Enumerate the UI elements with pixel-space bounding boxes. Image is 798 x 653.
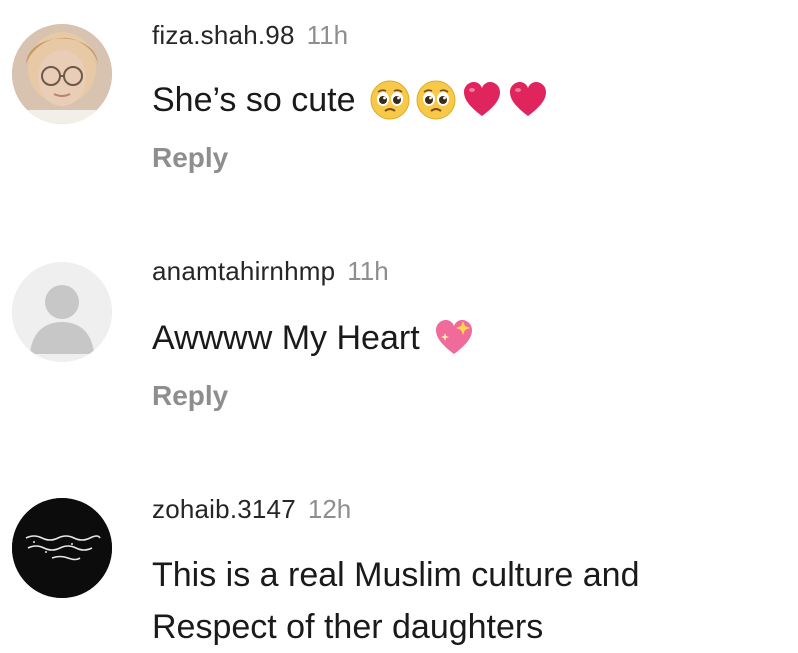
timestamp: 11h bbox=[347, 256, 389, 286]
red-heart-icon bbox=[461, 79, 503, 121]
comment-text: She’s so cute bbox=[152, 74, 772, 124]
avatar[interactable] bbox=[12, 262, 112, 362]
default-user-icon bbox=[12, 262, 112, 362]
username[interactable]: zohaib.3147 bbox=[152, 494, 296, 524]
comment-text: Awwww My Heart bbox=[152, 312, 772, 362]
avatar[interactable] bbox=[12, 24, 112, 124]
comment-meta: zohaib.3147 12h bbox=[152, 496, 351, 522]
avatar[interactable] bbox=[12, 498, 112, 598]
reply-button[interactable]: Reply bbox=[152, 142, 228, 174]
red-heart-icon bbox=[507, 79, 549, 121]
comment-text: This is a real Muslim culture and Respec… bbox=[152, 548, 772, 652]
comment-message: This is a real Muslim culture and Respec… bbox=[152, 556, 640, 647]
comment-message: Awwww My Heart bbox=[152, 319, 420, 358]
username[interactable]: fiza.shah.98 bbox=[152, 20, 295, 50]
pleading-face-icon bbox=[415, 79, 457, 121]
pleading-face-icon bbox=[369, 79, 411, 121]
username[interactable]: anamtahirnhmp bbox=[152, 256, 335, 286]
sparkling-heart-icon bbox=[433, 317, 475, 359]
comment-meta: fiza.shah.98 11h bbox=[152, 22, 348, 48]
profile-photo-icon bbox=[12, 498, 112, 598]
timestamp: 12h bbox=[307, 494, 352, 524]
timestamp: 11h bbox=[306, 20, 349, 50]
comment-meta: anamtahirnhmp 11h bbox=[152, 258, 389, 284]
profile-photo-icon bbox=[12, 24, 112, 124]
comment-message: She’s so cute bbox=[152, 81, 356, 120]
reply-button[interactable]: Reply bbox=[152, 380, 228, 412]
